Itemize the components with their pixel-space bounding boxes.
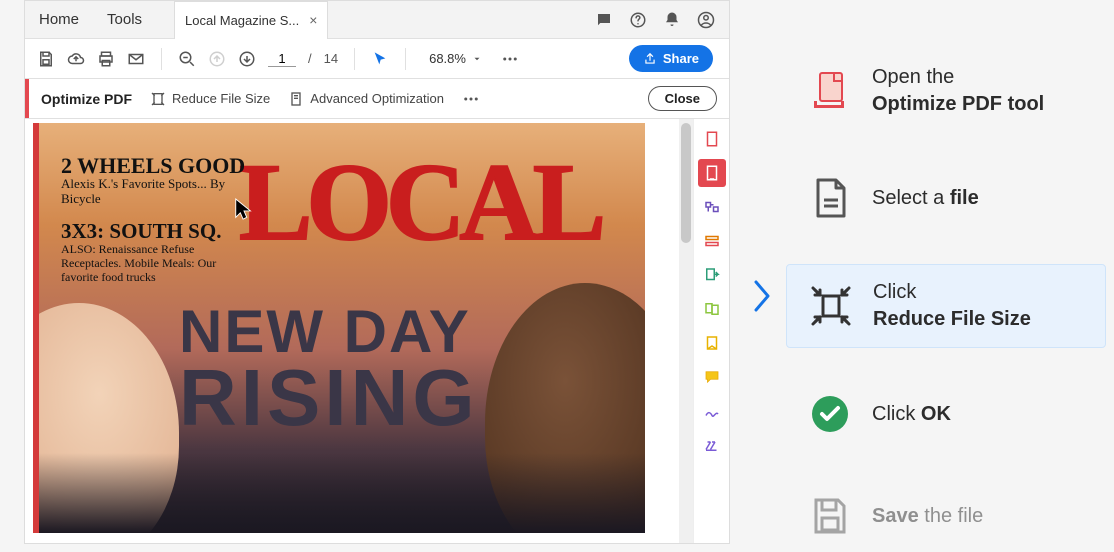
step-1: Open the Optimize PDF tool bbox=[792, 50, 1106, 132]
rail-combine-icon[interactable] bbox=[698, 295, 726, 323]
rail-redact-icon[interactable] bbox=[698, 431, 726, 459]
bell-icon[interactable] bbox=[663, 11, 681, 29]
optimize-pdf-tool-icon bbox=[808, 69, 852, 113]
document-view[interactable]: LOCAL 2 WHEELS GOOD Alexis K.'s Favorite… bbox=[25, 119, 679, 543]
step-1-bold: Optimize PDF tool bbox=[872, 93, 1044, 115]
page-separator: / bbox=[308, 51, 312, 66]
rail-comment-icon[interactable] bbox=[698, 363, 726, 391]
email-icon[interactable] bbox=[127, 50, 145, 68]
separator bbox=[161, 48, 162, 70]
advanced-optimization-button[interactable]: Advanced Optimization bbox=[288, 91, 444, 107]
reduce-file-size-icon bbox=[809, 284, 853, 328]
page-total: 14 bbox=[324, 51, 338, 66]
chevron-down-icon bbox=[472, 54, 482, 64]
profile-icon[interactable] bbox=[697, 11, 715, 29]
page-up-icon[interactable] bbox=[208, 50, 226, 68]
close-tab-icon[interactable]: × bbox=[309, 12, 317, 28]
page-number-input[interactable] bbox=[268, 51, 296, 67]
tools-rail bbox=[693, 119, 729, 543]
rail-create-pdf-icon[interactable] bbox=[698, 125, 726, 153]
print-icon[interactable] bbox=[97, 50, 115, 68]
tools-tab[interactable]: Tools bbox=[93, 1, 156, 39]
step-4: Click OK bbox=[792, 378, 1106, 450]
rail-optimize-pdf-icon[interactable] bbox=[698, 159, 726, 187]
tutorial-steps: Open the Optimize PDF tool Select a file… bbox=[730, 0, 1114, 544]
main-toolbar: / 14 68.8% Share bbox=[25, 39, 729, 79]
magazine-headline-2: 3X3: SOUTH SQ. bbox=[61, 219, 221, 244]
share-arrow-icon bbox=[643, 52, 657, 66]
optimize-toolbar: Optimize PDF Reduce File Size Advanced O… bbox=[25, 79, 729, 119]
close-toolbar-button[interactable]: Close bbox=[648, 86, 717, 111]
acrobat-window: Home Tools Local Magazine S... × bbox=[24, 0, 730, 544]
cloud-upload-icon[interactable] bbox=[67, 50, 85, 68]
step-4-bold: OK bbox=[921, 403, 951, 425]
rail-organize-icon[interactable] bbox=[698, 227, 726, 255]
optimize-pdf-title: Optimize PDF bbox=[41, 91, 132, 107]
advanced-label: Advanced Optimization bbox=[310, 91, 444, 106]
more-icon[interactable] bbox=[501, 50, 519, 68]
step-3-active: Click Reduce File Size bbox=[786, 264, 1106, 348]
mouse-cursor-icon bbox=[233, 197, 255, 223]
magazine-title: LOCAL bbox=[239, 139, 600, 266]
checkmark-icon bbox=[808, 392, 852, 436]
save-file-icon bbox=[808, 494, 852, 538]
zoom-out-icon[interactable] bbox=[178, 50, 196, 68]
title-tabs: Home Tools Local Magazine S... × bbox=[25, 1, 595, 39]
step-5: Save the file bbox=[792, 480, 1106, 552]
skyline-silhouette bbox=[39, 453, 645, 533]
separator bbox=[405, 48, 406, 70]
zoom-dropdown[interactable]: 68.8% bbox=[422, 48, 489, 69]
reduce-icon bbox=[150, 91, 166, 107]
step-1-line1: Open the bbox=[872, 66, 954, 88]
step-3-text: Click Reduce File Size bbox=[873, 279, 1031, 333]
step-3-line1: Click bbox=[873, 281, 916, 303]
title-bar-right bbox=[595, 11, 729, 29]
rail-fill-sign-icon[interactable] bbox=[698, 397, 726, 425]
step-2-bold: file bbox=[950, 187, 979, 209]
magazine-sub-2: ALSO: Renaissance Refuse Receptacles. Mo… bbox=[61, 243, 251, 284]
step-5-line1: the file bbox=[919, 505, 983, 527]
step-3-bold: Reduce File Size bbox=[873, 308, 1031, 330]
step-2: Select a file bbox=[792, 162, 1106, 234]
home-tab[interactable]: Home bbox=[25, 1, 93, 39]
rail-export-icon[interactable] bbox=[698, 261, 726, 289]
step-4-line1: Click bbox=[872, 403, 921, 425]
more-options-icon[interactable] bbox=[462, 90, 480, 108]
share-label: Share bbox=[663, 51, 699, 66]
file-icon bbox=[808, 176, 852, 220]
content-area: LOCAL 2 WHEELS GOOD Alexis K.'s Favorite… bbox=[25, 119, 729, 543]
pdf-page: LOCAL 2 WHEELS GOOD Alexis K.'s Favorite… bbox=[33, 123, 645, 533]
reduce-label: Reduce File Size bbox=[172, 91, 270, 106]
step-2-text: Select a file bbox=[872, 185, 979, 212]
rail-protect-icon[interactable] bbox=[698, 329, 726, 357]
document-tab[interactable]: Local Magazine S... × bbox=[174, 1, 328, 39]
zoom-value: 68.8% bbox=[429, 51, 466, 66]
reduce-file-size-button[interactable]: Reduce File Size bbox=[150, 91, 270, 107]
save-icon[interactable] bbox=[37, 50, 55, 68]
step-5-text: Save the file bbox=[872, 503, 983, 530]
scrollbar-thumb[interactable] bbox=[681, 123, 691, 243]
selection-tool-icon[interactable] bbox=[371, 50, 389, 68]
chat-icon[interactable] bbox=[595, 11, 613, 29]
step-4-text: Click OK bbox=[872, 401, 951, 428]
rail-edit-icon[interactable] bbox=[698, 193, 726, 221]
page-down-icon[interactable] bbox=[238, 50, 256, 68]
help-icon[interactable] bbox=[629, 11, 647, 29]
magazine-sub-1: Alexis K.'s Favorite Spots... By Bicycle bbox=[61, 177, 241, 207]
step-5-bold: Save bbox=[872, 505, 919, 527]
step-2-line1: Select a bbox=[872, 187, 950, 209]
share-button[interactable]: Share bbox=[629, 45, 713, 72]
vertical-scrollbar[interactable] bbox=[679, 119, 693, 543]
document-tab-label: Local Magazine S... bbox=[185, 13, 299, 28]
step-1-text: Open the Optimize PDF tool bbox=[872, 64, 1044, 118]
title-bar: Home Tools Local Magazine S... × bbox=[25, 1, 729, 39]
separator bbox=[354, 48, 355, 70]
active-step-caret-icon bbox=[750, 278, 774, 314]
advanced-icon bbox=[288, 91, 304, 107]
